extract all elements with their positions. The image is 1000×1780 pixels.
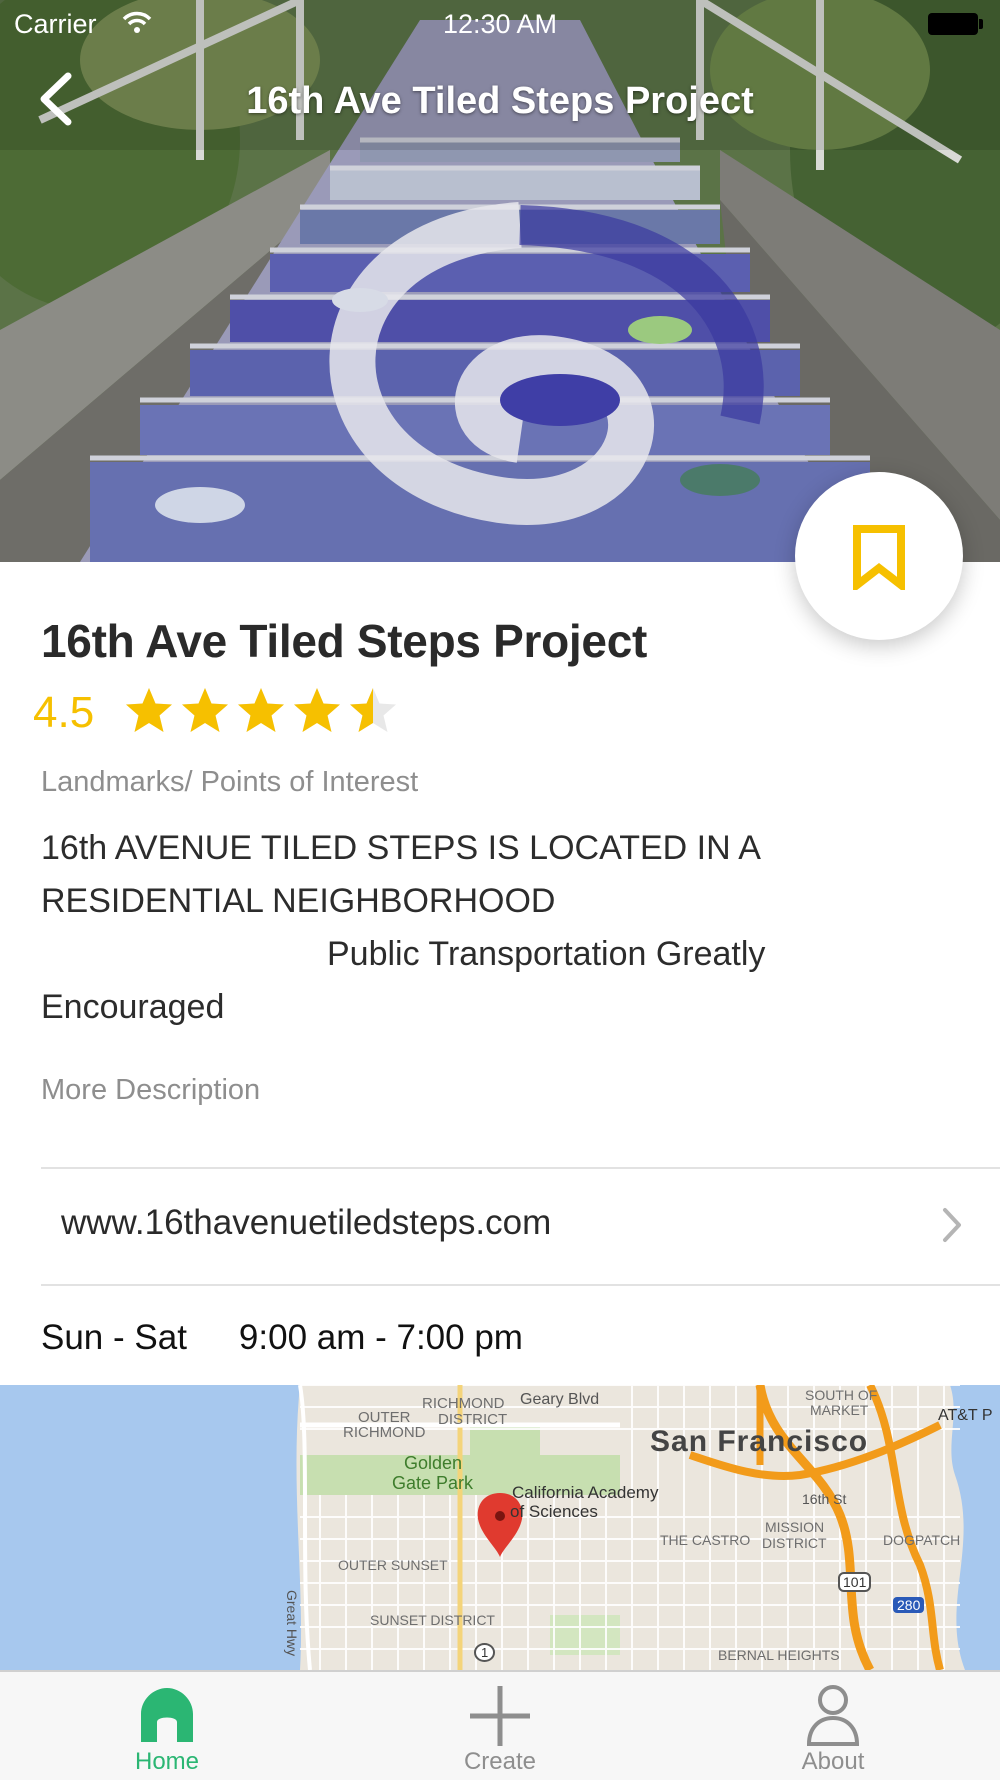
map-label: 101 (838, 1572, 872, 1592)
hours-days: Sun - Sat (41, 1318, 187, 1357)
tab-bar: Home Create About (0, 1670, 1000, 1780)
tab-home[interactable]: Home (67, 1672, 267, 1780)
tab-about[interactable]: About (733, 1672, 933, 1780)
plus-icon (470, 1686, 530, 1746)
map-label: OUTER SUNSET (338, 1557, 448, 1573)
website-link[interactable]: www.16thavenuetiledsteps.com (61, 1203, 551, 1243)
star-icon (182, 688, 228, 732)
map-label: SOUTH OF (805, 1387, 878, 1403)
description-line: RESIDENTIAL NEIGHBORHOOD (41, 882, 556, 920)
tab-label: Create (463, 1748, 537, 1775)
description-line: Public Transportation Greatly (327, 935, 766, 973)
place-title: 16th Ave Tiled Steps Project (41, 615, 647, 667)
tab-label: Home (134, 1748, 200, 1775)
description: 16th AVENUE TILED STEPS IS LOCATED IN A … (41, 822, 881, 1034)
hours-time: 9:00 am - 7:00 pm (238, 1318, 523, 1357)
description-line: Encouraged (41, 988, 225, 1026)
map-label: BERNAL HEIGHTS (718, 1647, 840, 1663)
map-label: 280 (893, 1597, 925, 1613)
map-label: MISSION (765, 1519, 825, 1535)
divider (41, 1284, 1000, 1286)
battery-icon (928, 13, 984, 35)
map-label: MARKET (810, 1402, 869, 1418)
person-icon (806, 1685, 860, 1746)
map-label: Gate Park (392, 1473, 474, 1493)
home-icon (141, 1688, 193, 1742)
map-label: San Francisco (650, 1425, 869, 1458)
rating-value: 4.5 (33, 688, 95, 737)
tab-create[interactable]: Create (400, 1672, 600, 1780)
tab-label: About (801, 1748, 865, 1775)
map-label: SUNSET DISTRICT (370, 1612, 495, 1628)
chevron-left-icon (40, 72, 72, 126)
map-label: DISTRICT (438, 1411, 508, 1428)
map-label: DOGPATCH (883, 1532, 961, 1548)
status-bar: Carrier 12:30 AM (0, 0, 1000, 48)
star-icon (294, 688, 340, 732)
category-label: Landmarks/ Points of Interest (41, 766, 419, 798)
star-icon (238, 688, 284, 732)
description-line: 16th AVENUE TILED STEPS IS LOCATED IN A (41, 829, 761, 867)
location-map[interactable]: RICHMOND DISTRICT OUTER RICHMOND Geary B… (0, 1385, 1000, 1670)
star-icon (350, 688, 396, 732)
map-label: DISTRICT (762, 1535, 827, 1551)
map-label: RICHMOND (343, 1424, 426, 1441)
map-label: Golden (404, 1453, 463, 1473)
website-row[interactable]: www.16thavenuetiledsteps.com (41, 1168, 1000, 1284)
nav-title: 16th Ave Tiled Steps Project (246, 80, 754, 122)
map-label: RICHMOND (422, 1395, 505, 1412)
status-time: 12:30 AM (442, 9, 558, 39)
more-description-link[interactable]: More Description (41, 1074, 260, 1107)
bookmark-button[interactable] (795, 472, 963, 640)
bookmark-icon (853, 525, 905, 590)
star-icon (126, 688, 172, 732)
map-label: Great Hwy (284, 1590, 300, 1657)
map-label: California Academy (512, 1483, 659, 1502)
map-label: THE CASTRO (660, 1532, 751, 1548)
map-label: of Sciences (510, 1502, 598, 1521)
map-label: AT&T P (938, 1407, 993, 1424)
map-label: Geary Blvd (520, 1391, 600, 1408)
back-button[interactable] (34, 66, 86, 132)
map-label: 16th St (802, 1491, 847, 1507)
chevron-right-icon (943, 1208, 961, 1242)
hours-row: Sun - Sat 9:00 am - 7:00 pm (41, 1318, 523, 1358)
